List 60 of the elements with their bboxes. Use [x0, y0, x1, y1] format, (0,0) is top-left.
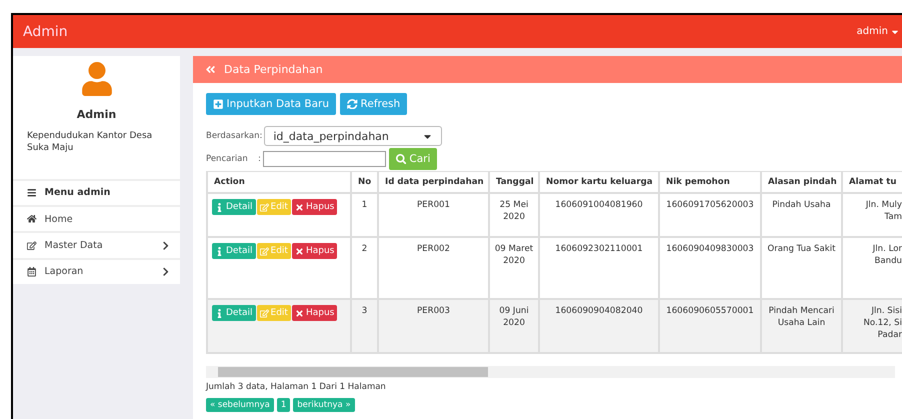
- detail-button[interactable]: Detail: [212, 199, 256, 215]
- double-chevron-icon: [205, 64, 216, 75]
- delete-button[interactable]: Hapus: [292, 199, 338, 215]
- pagination-button[interactable]: « sebelumnya: [206, 398, 274, 412]
- profile-subtitle: Kependudukan Kantor Desa Suka Maju: [26, 130, 154, 154]
- info-icon: [215, 308, 224, 318]
- panel-title: Data Perpindahan: [224, 63, 323, 76]
- menu-title: Menu admin: [44, 187, 110, 198]
- edit-icon: [260, 246, 269, 256]
- table-cell: 1606090605570001: [659, 299, 761, 353]
- refresh-icon: [347, 98, 358, 110]
- filter-select[interactable]: id_data_perpindahan: [264, 126, 442, 146]
- table-cell: Pindah Mencari Usaha Lain: [761, 299, 842, 353]
- table-cell: 3: [351, 299, 378, 353]
- plus-icon: [213, 98, 224, 110]
- chevron-icon: [160, 240, 170, 250]
- table-row[interactable]: Detail Edit Hapus 1 PER001 25 Mei 2020 1606091004081960 1606091705620003 Pindah Usaha Jln. Muly Tam: [207, 193, 902, 237]
- info-icon: [215, 202, 224, 212]
- info-icon: [215, 246, 224, 256]
- add-button[interactable]: Inputkan Data Baru: [206, 93, 336, 115]
- search-button[interactable]: Cari: [388, 148, 438, 170]
- delete-button[interactable]: Hapus: [292, 305, 338, 321]
- home-icon: [27, 214, 36, 224]
- table-cell: 09 Juni 2020: [489, 299, 539, 353]
- sidebar-item[interactable]: Master Data: [13, 231, 180, 258]
- table-cell: 1606090904082040: [539, 299, 659, 353]
- sidebar-item[interactable]: Laporan: [13, 258, 180, 284]
- user-icon: [80, 62, 114, 96]
- table-cell: PER003: [378, 299, 489, 353]
- detail-button[interactable]: Detail: [212, 305, 256, 321]
- table-row[interactable]: Detail Edit Hapus 2 PER002 09 Maret 2020 1606092302110001 1606090409830003 Orang Tua Sakit Jln. Lor Bandu: [207, 237, 902, 299]
- horizontal-scrollbar[interactable]: [206, 366, 895, 378]
- edit-icon: [27, 240, 36, 250]
- sidebar-item[interactable]: Home: [13, 205, 180, 232]
- profile-name: Admin: [76, 108, 116, 121]
- close-icon: [294, 308, 304, 318]
- search-icon: [396, 154, 406, 164]
- detail-button[interactable]: Detail: [212, 243, 256, 259]
- refresh-button[interactable]: Refresh: [340, 93, 408, 115]
- search-label: Pencarian: [206, 154, 249, 164]
- delete-button[interactable]: Hapus: [292, 243, 338, 259]
- user-menu[interactable]: admin: [854, 26, 902, 37]
- edit-button[interactable]: Edit: [256, 243, 291, 259]
- calendar-icon: [27, 267, 36, 277]
- table-row[interactable]: Detail Edit Hapus 3 PER003 09 Juni 2020 1606090904082040 1606090605570001 Pindah Mencari Usaha Lain Jln. Sisi No.12, Si Padar: [207, 299, 902, 353]
- close-icon: [294, 202, 304, 212]
- pagination-button[interactable]: 1: [276, 398, 290, 412]
- edit-button[interactable]: Edit: [256, 199, 291, 215]
- summary-text: Jumlah 3 data, Halaman 1 Dari 1 Halaman: [206, 382, 387, 392]
- edit-icon: [260, 308, 269, 318]
- edit-button[interactable]: Edit: [256, 305, 291, 321]
- filter-label: Berdasarkan:: [206, 131, 262, 141]
- close-icon: [294, 246, 304, 256]
- separator: :: [258, 154, 261, 164]
- pagination-button[interactable]: berikutnya »: [293, 398, 355, 412]
- menu-icon: [27, 188, 36, 198]
- brand-title: Admin: [23, 24, 68, 40]
- search-field[interactable]: [262, 151, 386, 167]
- edit-icon: [260, 202, 269, 212]
- chevron-icon: [160, 267, 170, 277]
